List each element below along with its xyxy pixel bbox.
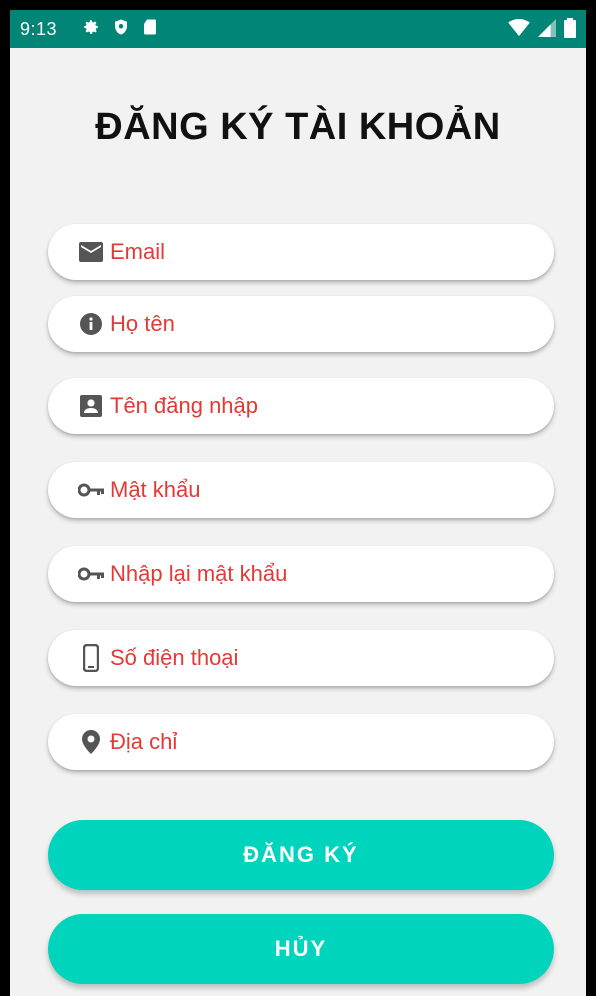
key-icon xyxy=(78,477,104,503)
email-icon xyxy=(78,239,104,265)
phone-placeholder: Số điện thoại xyxy=(110,645,239,670)
status-bar: 9:13 xyxy=(10,10,586,48)
status-time: 9:13 xyxy=(20,19,58,39)
confirm-password-field[interactable]: Nhập lại mật khẩu xyxy=(48,546,554,602)
app-screen: 9:13 ĐĂNG KÝ TÀI KHOẢN Email Họ tên Tên … xyxy=(10,10,586,996)
page-title: ĐĂNG KÝ TÀI KHOẢN xyxy=(95,106,501,148)
info-icon xyxy=(78,311,104,337)
email-placeholder: Email xyxy=(110,239,166,264)
username-field[interactable]: Tên đăng nhập xyxy=(48,378,554,434)
account-box-icon xyxy=(78,393,104,419)
address-placeholder: Địa chỉ xyxy=(110,729,178,754)
signal-icon xyxy=(538,19,556,42)
sd-card-icon xyxy=(142,18,158,41)
battery-icon xyxy=(564,18,576,43)
username-placeholder: Tên đăng nhập xyxy=(110,393,259,418)
register-button[interactable]: ĐĂNG KÝ xyxy=(48,820,554,890)
shield-icon xyxy=(112,18,130,41)
status-icons-right xyxy=(508,18,576,43)
password-placeholder: Mật khẩu xyxy=(110,477,201,502)
password-field[interactable]: Mật khẩu xyxy=(48,462,554,518)
location-icon xyxy=(78,729,104,755)
phone-field[interactable]: Số điện thoại xyxy=(48,630,554,686)
address-field[interactable]: Địa chỉ xyxy=(48,714,554,770)
cancel-button[interactable]: HỦY xyxy=(48,914,554,984)
wifi-icon xyxy=(508,19,530,42)
email-field[interactable]: Email xyxy=(48,224,554,280)
key-icon xyxy=(78,561,104,587)
status-icons-left xyxy=(82,18,158,41)
confirm-password-placeholder: Nhập lại mật khẩu xyxy=(110,561,288,586)
settings-icon xyxy=(82,18,100,41)
fullname-field[interactable]: Họ tên xyxy=(48,296,554,352)
fullname-placeholder: Họ tên xyxy=(110,311,175,336)
phone-icon xyxy=(78,644,104,672)
